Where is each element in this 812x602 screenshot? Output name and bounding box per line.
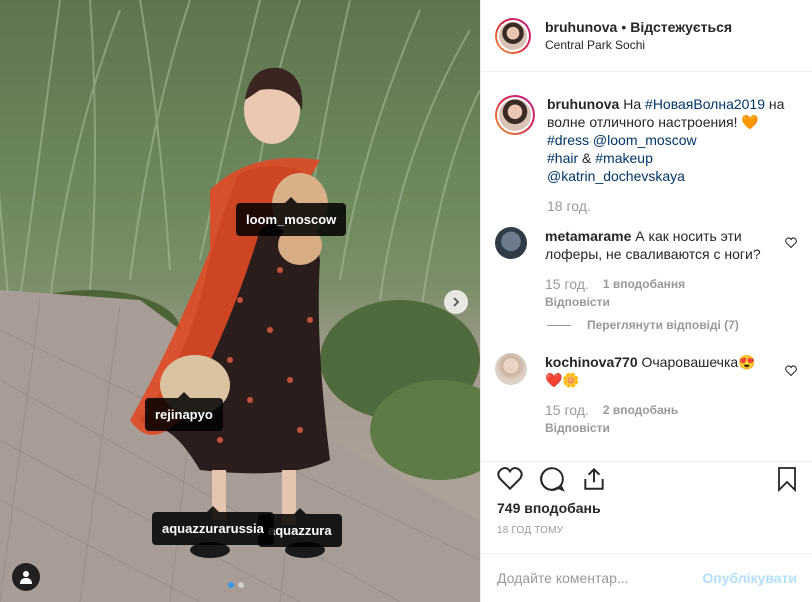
caption-text: На <box>623 96 642 112</box>
hashtag-link[interactable]: #dress <box>547 132 589 148</box>
comment-like-heart-icon[interactable] <box>785 365 797 377</box>
tag-label: aquazzurarussia <box>162 521 264 536</box>
replies-divider <box>547 324 571 326</box>
comment-bubble-icon[interactable] <box>539 466 565 492</box>
tag-arrow <box>206 506 219 512</box>
carousel-dot-active <box>228 582 234 588</box>
mention-link[interactable]: @loom_moscow <box>593 132 697 148</box>
tag-arrow <box>293 508 306 514</box>
carousel-dot <box>238 582 244 588</box>
comment-time[interactable]: 15 год. <box>545 275 589 293</box>
commenter-avatar[interactable] <box>495 227 527 259</box>
share-icon[interactable] <box>581 466 607 492</box>
author-username[interactable]: bruhunova <box>545 19 617 35</box>
caption-text: & <box>582 150 592 166</box>
separator: • <box>621 19 627 35</box>
comment-time[interactable]: 15 год. <box>545 401 589 419</box>
comment-username[interactable]: metamarame <box>545 228 631 244</box>
comments-section: bruhunova На #НоваяВолна2019 на волне от… <box>481 73 812 461</box>
tagged-users-button[interactable] <box>12 563 40 591</box>
comment-like-heart-icon[interactable] <box>785 237 797 249</box>
comment-item: kochinova770 Очаровашечка😍 ❤️🌼 15 год. 2… <box>495 353 797 437</box>
like-heart-icon[interactable] <box>497 466 523 492</box>
hashtag-link[interactable]: #hair <box>547 150 578 166</box>
caption-avatar[interactable] <box>495 95 535 135</box>
likes-count[interactable]: 749 вподобань <box>497 500 601 516</box>
location-link[interactable]: Central Park Sochi <box>545 38 732 52</box>
comment-likes[interactable]: 1 вподобання <box>603 275 685 293</box>
photo-tag-aquazzurarussia[interactable]: aquazzurarussia <box>152 506 274 545</box>
post-timestamp[interactable]: 18 ГОД ТОМУ <box>497 525 563 536</box>
post-caption: bruhunova На #НоваяВолна2019 на волне от… <box>495 95 787 215</box>
comment-text: Очаровашечка😍 <box>641 354 756 370</box>
hashtag-link[interactable]: #НоваяВолна2019 <box>645 96 765 112</box>
photo-tag-loom-moscow[interactable]: loom_moscow <box>236 197 347 236</box>
person-icon <box>20 571 32 584</box>
mention-link[interactable]: @katrin_dochevskaya <box>547 168 685 184</box>
heart-emoji: 🧡 <box>741 114 759 130</box>
caption-username[interactable]: bruhunova <box>547 96 619 112</box>
reply-button[interactable]: Відповісти <box>545 419 610 437</box>
bookmark-icon[interactable] <box>775 466 799 492</box>
view-replies-button[interactable]: Переглянути відповіді (7) <box>547 318 739 332</box>
author-avatar[interactable] <box>495 17 531 54</box>
follow-status[interactable]: Відстежується <box>630 19 732 35</box>
chevron-right-icon <box>453 297 460 307</box>
comment-input[interactable]: Додайте коментар... <box>497 570 702 586</box>
photo-tag-rejinapyo[interactable]: rejinapyo <box>145 392 223 431</box>
comment-text-emojis: ❤️🌼 <box>545 372 580 388</box>
carousel-next-button[interactable] <box>444 290 468 314</box>
tag-label: rejinapyo <box>155 407 213 422</box>
comment-item: metamarame А как носить эти лоферы, не с… <box>495 227 797 311</box>
post-actions: 749 вподобань 18 ГОД ТОМУ Додайте комент… <box>481 461 812 602</box>
tag-arrow <box>285 197 298 203</box>
post-comment-button[interactable]: Опублікувати <box>702 570 797 586</box>
carousel-indicator <box>228 582 244 588</box>
hashtag-link[interactable]: #makeup <box>595 150 653 166</box>
add-comment-bar: Додайте коментар... Опублікувати <box>481 553 812 601</box>
commenter-avatar[interactable] <box>495 353 527 385</box>
caption-time[interactable]: 18 год. <box>547 197 591 215</box>
post-header: bruhunova • Відстежується Central Park Soc… <box>481 0 812 72</box>
post-details-panel: bruhunova • Відстежується Central Park Soc… <box>480 0 812 602</box>
reply-button[interactable]: Відповісти <box>545 293 610 311</box>
view-replies-label: Переглянути відповіді (7) <box>587 318 739 332</box>
tag-label: aquazzura <box>268 523 332 538</box>
comment-username[interactable]: kochinova770 <box>545 354 638 370</box>
post-photo[interactable]: loom_moscow rejinapyo aquazzura aquazzur… <box>0 0 480 602</box>
tag-label: loom_moscow <box>246 212 337 227</box>
comment-likes[interactable]: 2 вподобань <box>603 401 678 419</box>
tag-arrow <box>177 392 190 398</box>
